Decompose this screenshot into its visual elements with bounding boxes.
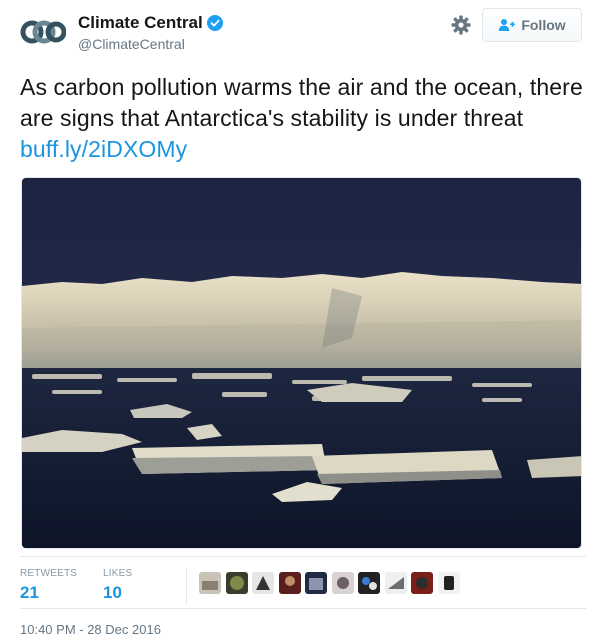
tweet-link[interactable]: buff.ly/2iDXOMy (20, 136, 187, 162)
avatar[interactable] (331, 572, 354, 594)
follow-label: Follow (521, 17, 566, 33)
display-name[interactable]: Climate Central (78, 13, 203, 33)
divider (20, 608, 586, 609)
verified-badge-icon (206, 15, 223, 31)
stats-divider (186, 568, 187, 604)
account-info: Climate Central @ClimateCentral (78, 13, 223, 52)
tweet-photo[interactable] (21, 177, 582, 549)
avatar[interactable] (252, 572, 274, 594)
tweet-body: As carbon pollution warms the air and th… (20, 74, 583, 131)
avatar[interactable] (225, 572, 248, 594)
retweets-label: RETWEETS (20, 568, 78, 579)
follow-button[interactable]: Follow (482, 8, 582, 42)
likes-stat[interactable]: LIKES 10 (103, 568, 132, 603)
liker-avatars (199, 572, 464, 594)
likes-count: 10 (103, 583, 122, 602)
retweets-count: 21 (20, 583, 39, 602)
avatar[interactable] (305, 572, 327, 594)
avatar[interactable] (358, 572, 380, 594)
account-handle[interactable]: @ClimateCentral (78, 36, 223, 52)
retweets-stat[interactable]: RETWEETS 21 (20, 568, 77, 603)
add-user-icon (498, 18, 516, 32)
likes-label: LIKES (103, 568, 133, 579)
avatar[interactable] (278, 572, 301, 594)
avatar[interactable] (437, 572, 460, 594)
tweet-timestamp[interactable]: 10:40 PM - 28 Dec 2016 (20, 622, 161, 637)
divider (20, 556, 586, 557)
climate-central-logo[interactable] (20, 12, 67, 52)
tweet-text: As carbon pollution warms the air and th… (20, 72, 586, 165)
gear-icon[interactable] (450, 14, 472, 36)
avatar[interactable] (411, 572, 433, 594)
avatar[interactable] (384, 572, 407, 594)
avatar[interactable] (199, 572, 221, 594)
tweet-header: Climate Central @ClimateCentral Follow (20, 8, 586, 54)
